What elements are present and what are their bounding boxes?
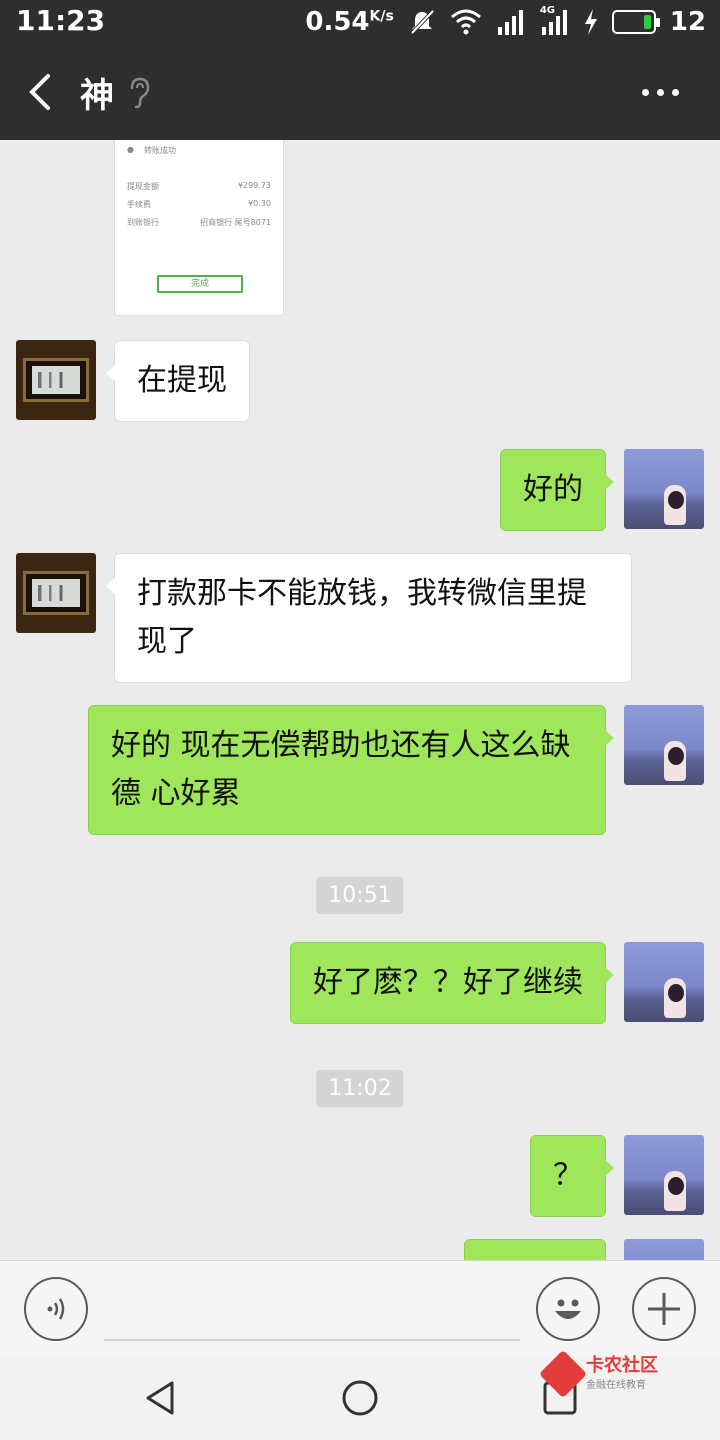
shot-row1-right: ¥299.73	[237, 181, 271, 190]
back-nav-icon[interactable]	[140, 1378, 180, 1418]
ear-icon	[130, 77, 150, 109]
message-bubble-right[interactable]: 好的 现在无偿帮助也还有人这么缺德 心好累	[88, 705, 614, 835]
avatar-contact[interactable]	[16, 340, 96, 420]
message-bubble-right[interactable]: 好了麽？？好了继续	[290, 942, 614, 1024]
avatar-self[interactable]	[624, 705, 704, 785]
message-input[interactable]	[104, 1339, 520, 1341]
emoji-icon[interactable]	[536, 1277, 600, 1341]
signal-4g-icon: 4G	[540, 5, 570, 35]
message-bubble-left[interactable]: 打款那卡不能放钱，我转微信里提现了	[106, 553, 632, 683]
shot-row3-right: 招商银行 尾号8071	[200, 218, 271, 227]
plus-icon[interactable]	[632, 1277, 696, 1341]
timestamp: 11:02	[316, 1070, 404, 1107]
home-nav-icon[interactable]	[340, 1378, 380, 1418]
net-speed-value: 0.54	[305, 7, 370, 37]
shot-dot: ●	[127, 145, 134, 154]
back-icon[interactable]	[22, 70, 62, 114]
message-bubble-right[interactable]: ？	[530, 1135, 614, 1217]
signal-icon	[497, 10, 523, 35]
watermark-name: 卡农社区	[586, 1355, 658, 1376]
net-speed: 0.54K/s	[305, 7, 393, 37]
watermark-sub: 金融在线教育	[586, 1380, 646, 1391]
battery-level: 12	[669, 7, 706, 37]
watermark-logo: 卡农社区 金融在线教育	[538, 1349, 658, 1398]
avatar-contact[interactable]	[16, 553, 96, 633]
net-speed-unit: K/s	[369, 8, 394, 25]
avatar-self[interactable]	[624, 449, 704, 529]
watermark-icon	[538, 1349, 588, 1398]
mute-icon	[410, 9, 435, 35]
input-bar	[0, 1260, 720, 1356]
screenshot-image-message[interactable]: ● 转账成功 提现金额 ¥299.73 手续费 ¥0.30 到账银行 招商银行 尾号80…	[114, 140, 284, 316]
voice-icon[interactable]	[24, 1277, 88, 1341]
battery-icon	[611, 10, 660, 34]
message-bubble-left[interactable]: 在提现	[106, 340, 250, 422]
shot-row2-right: ¥0.30	[248, 199, 271, 208]
avatar-self[interactable]	[624, 1135, 704, 1215]
signal-4g-label: 4G	[539, 5, 555, 16]
shot-row3-left: 到账银行	[127, 218, 159, 227]
avatar-self[interactable]	[624, 1239, 704, 1260]
avatar-self[interactable]	[624, 942, 704, 1022]
message-bubble-right[interactable]: 好的	[500, 449, 614, 531]
shot-row1-left: 提现金额	[127, 182, 159, 191]
shot-row2-left: 手续费	[127, 200, 151, 209]
message-bubble-partial[interactable]	[464, 1239, 606, 1260]
charging-icon	[584, 9, 597, 35]
shot-done-button: 完成	[157, 275, 243, 293]
shot-line1: 转账成功	[143, 146, 176, 155]
chat-area[interactable]: ● 转账成功 提现金额 ¥299.73 手续费 ¥0.30 到账银行 招商银行 尾号80…	[0, 140, 720, 1260]
status-time: 11:23	[16, 4, 106, 37]
chat-header: 神	[0, 44, 720, 140]
wifi-icon	[450, 9, 481, 35]
more-icon[interactable]	[642, 74, 682, 110]
status-bar: 11:23 0.54K/s 4G 12	[0, 0, 720, 44]
chat-title[interactable]: 神	[80, 68, 114, 117]
system-nav-bar: 卡农社区 金融在线教育	[0, 1349, 720, 1440]
timestamp: 10:51	[316, 877, 404, 914]
